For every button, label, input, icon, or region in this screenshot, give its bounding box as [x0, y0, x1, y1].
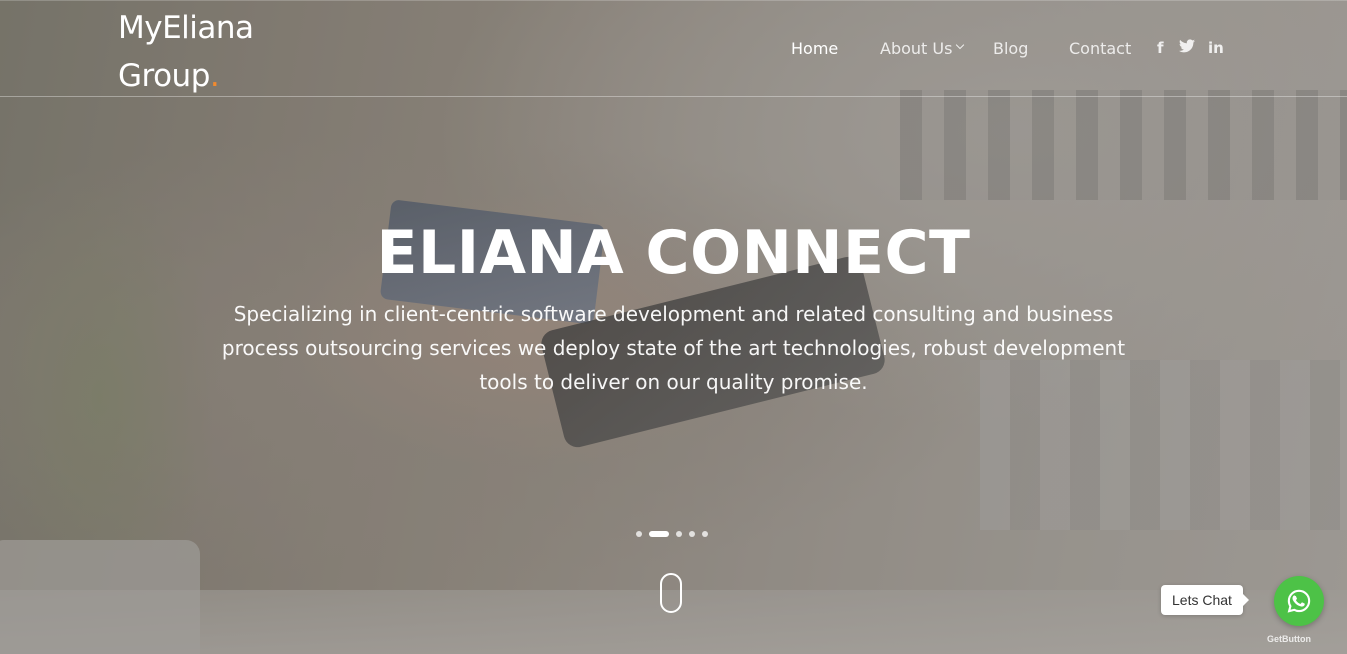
site-header: MyEliana Group. Home About Us Blog Conta… — [0, 0, 1347, 97]
chevron-down-icon[interactable] — [955, 40, 965, 50]
slider-dot-4[interactable] — [689, 531, 695, 537]
nav-item-contact[interactable]: Contact — [1069, 37, 1131, 61]
slider-dot-2[interactable] — [649, 531, 669, 537]
getbutton-credit-text: GetButton — [1267, 634, 1311, 644]
hero-title: ELIANA CONNECT — [376, 218, 971, 288]
logo-line-1: MyEliana — [118, 10, 254, 46]
facebook-icon[interactable]: f — [1157, 39, 1164, 57]
whatsapp-chat-button[interactable] — [1274, 576, 1324, 626]
nav-item-about-us[interactable]: About Us — [880, 37, 952, 61]
getbutton-credit[interactable]: GetButton — [1267, 633, 1311, 645]
linkedin-icon[interactable]: in — [1208, 39, 1224, 57]
slider-dot-5[interactable] — [702, 531, 708, 537]
scroll-down-mouse-icon[interactable] — [660, 573, 682, 613]
slider-dot-1[interactable] — [636, 531, 642, 537]
logo-line-2: Group — [118, 58, 210, 94]
hero-section: MyEliana Group. Home About Us Blog Conta… — [0, 0, 1347, 654]
site-logo[interactable]: MyEliana Group. — [118, 4, 254, 100]
slider-dot-3[interactable] — [676, 531, 682, 537]
hero-subtitle: Specializing in client-centric software … — [221, 302, 1126, 394]
nav-item-home[interactable]: Home — [791, 37, 838, 61]
nav-item-blog[interactable]: Blog — [993, 37, 1028, 61]
lets-chat-label[interactable]: Lets Chat — [1161, 585, 1249, 615]
twitter-icon[interactable] — [1179, 39, 1195, 58]
logo-dot: . — [209, 58, 220, 94]
whatsapp-icon — [1287, 589, 1311, 613]
